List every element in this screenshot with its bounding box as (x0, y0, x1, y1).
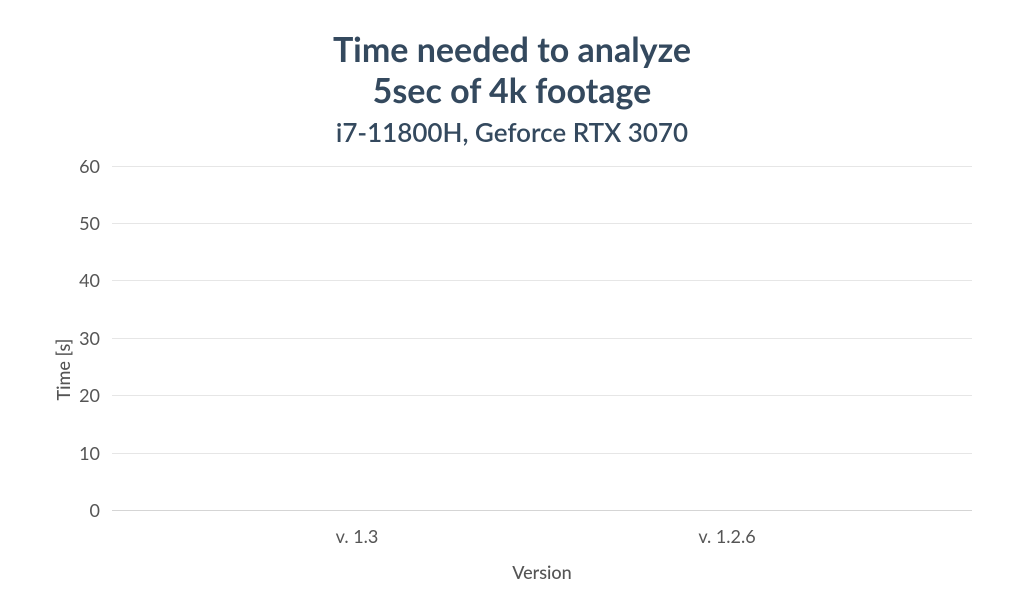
grid-line (112, 338, 972, 339)
grid-line (112, 166, 972, 167)
chart-region: Time [s] 0102030405060 v. 1.3 v. 1.2.6 Ve… (52, 166, 972, 583)
y-axis-label: Time [s] (52, 339, 74, 401)
x-tick-row: v. 1.3 v. 1.2.6 (112, 525, 972, 547)
plot-wrap: 0102030405060 v. 1.3 v. 1.2.6 Version (112, 166, 972, 583)
y-tick-label: 50 (79, 212, 112, 234)
y-tick-label: 30 (79, 327, 112, 349)
chart-title-line2: 5sec of 4k footage (333, 71, 691, 112)
grid-line (112, 453, 972, 454)
grid-line (112, 280, 972, 281)
x-tick-label: v. 1.3 (247, 525, 467, 547)
y-tick-label: 60 (79, 155, 112, 177)
y-tick-label: 40 (79, 269, 112, 291)
plot-area: 0102030405060 (112, 166, 972, 511)
y-tick-label: 10 (79, 442, 112, 464)
chart-title-line1: Time needed to analyze (333, 30, 691, 71)
grid-line (112, 395, 972, 396)
x-axis-label: Version (112, 561, 972, 583)
chart-subtitle: i7-11800H, Geforce RTX 3070 (333, 116, 691, 148)
grid-line (112, 223, 972, 224)
y-tick-label: 20 (79, 384, 112, 406)
x-tick-label: v. 1.2.6 (617, 525, 837, 547)
chart-title-block: Time needed to analyze 5sec of 4k footag… (333, 30, 691, 148)
y-tick-label: 0 (90, 499, 112, 521)
